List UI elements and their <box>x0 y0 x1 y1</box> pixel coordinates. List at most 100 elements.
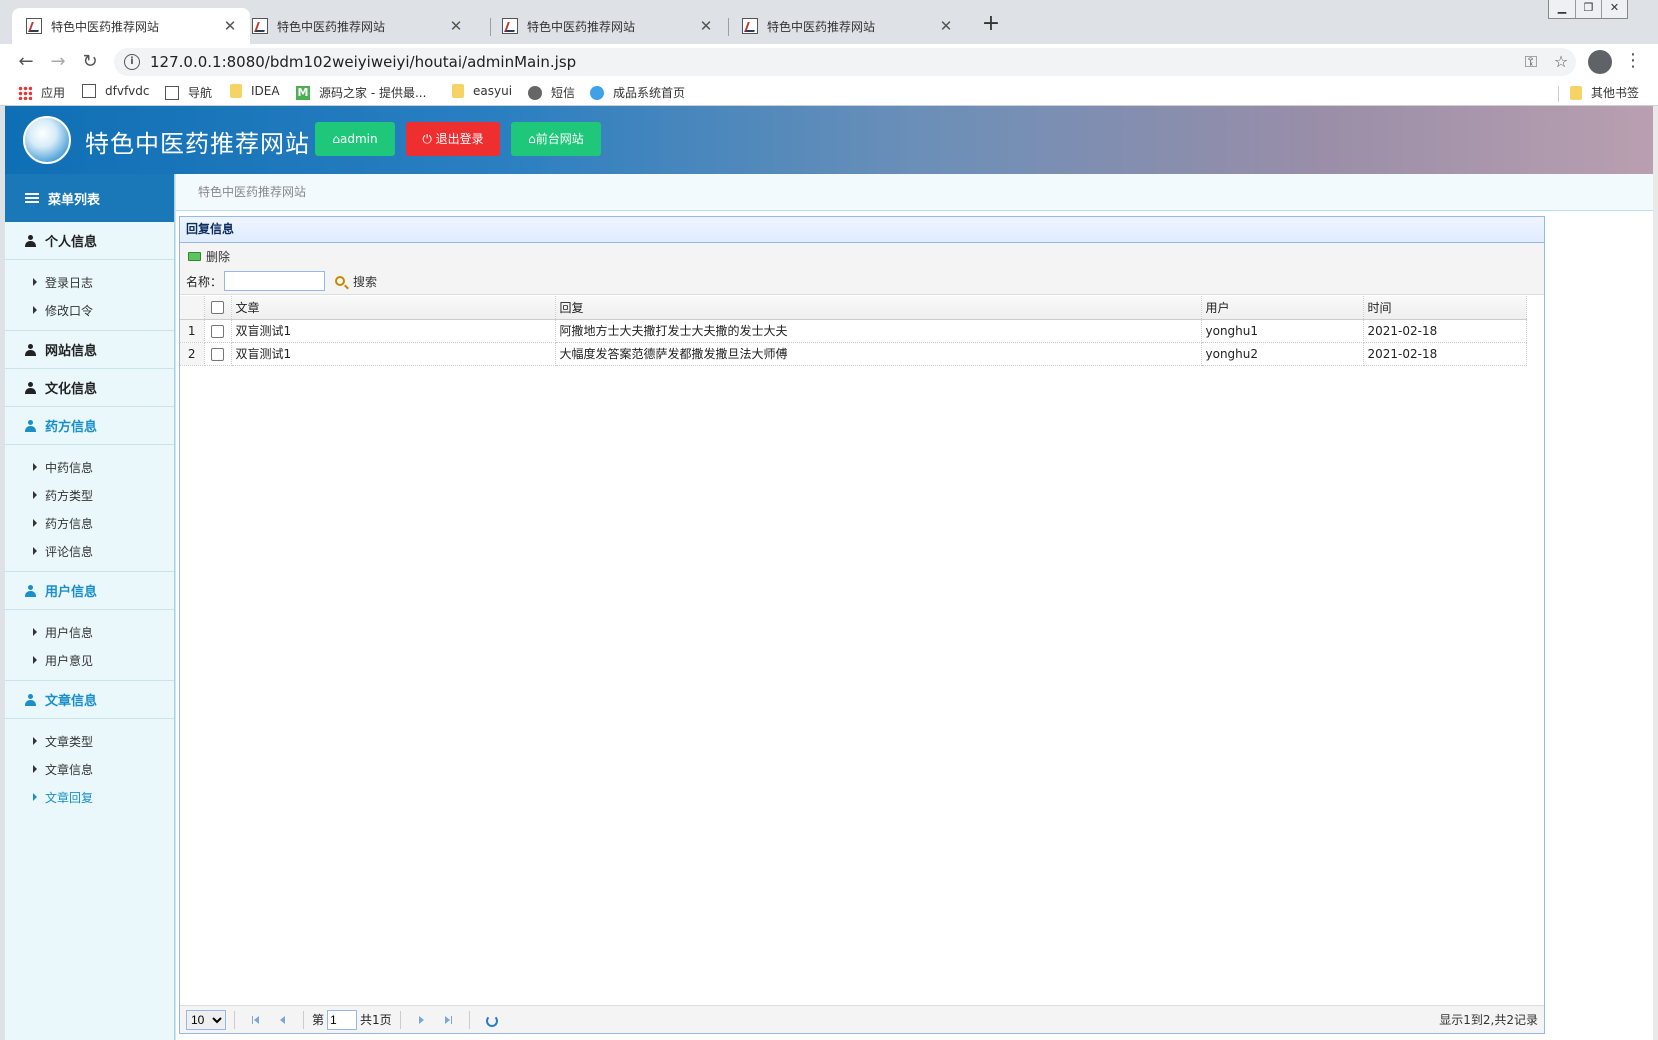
caret-right-icon <box>33 463 37 471</box>
bookmark-item[interactable]: easyui <box>452 84 512 98</box>
breadcrumb: 特色中医药推荐网站 <box>176 174 1653 211</box>
window-close-button[interactable]: ✕ <box>1601 0 1627 18</box>
row-checkbox[interactable] <box>211 324 224 338</box>
window-controls: ▁ ❐ ✕ <box>1548 0 1628 19</box>
front-site-button[interactable]: ⌂前台网站 <box>511 122 601 156</box>
browser-tab[interactable]: 特色中医药推荐网站 ✕ <box>488 8 726 44</box>
admin-button[interactable]: ⌂admin <box>315 122 395 156</box>
sidebar-item-article-reply[interactable]: 文章回复 <box>5 783 174 811</box>
row-number: 1 <box>180 319 205 343</box>
sidebar-group-prescription[interactable]: 药方信息 <box>5 407 174 445</box>
caret-right-icon <box>33 519 37 527</box>
browser-tab[interactable]: 特色中医药推荐网站 ✕ <box>12 8 250 44</box>
sidebar-item-comments[interactable]: 评论信息 <box>5 537 174 565</box>
tab-title: 特色中医药推荐网站 <box>51 19 160 34</box>
sidebar-item-user-info[interactable]: 用户信息 <box>5 618 174 646</box>
address-bar[interactable]: i 127.0.0.1:8080/bdm102weiyiweiyi/houtai… <box>114 48 1576 76</box>
column-header-article[interactable]: 文章 <box>231 296 556 320</box>
select-all-checkbox[interactable] <box>211 301 224 315</box>
page-icon <box>165 85 179 100</box>
browser-tab[interactable]: 特色中医药推荐网站 ✕ <box>238 8 476 44</box>
delete-button[interactable]: 删除 <box>188 248 230 265</box>
sidebar-item-prescription-info[interactable]: 药方信息 <box>5 509 174 537</box>
column-header-reply[interactable]: 回复 <box>555 296 1202 320</box>
browser-menu-icon[interactable]: ⋮ <box>1624 50 1642 74</box>
page-number-input[interactable] <box>327 1009 358 1030</box>
bookmark-item[interactable]: IDEA <box>230 84 280 98</box>
cell-reply: 阿撒地方士大夫撒打发士大夫撒的发士大夫 <box>555 319 1202 343</box>
profile-avatar[interactable] <box>1588 50 1612 74</box>
bookmark-apps[interactable]: 应用 <box>18 84 65 101</box>
page-size-select[interactable]: 10 <box>186 1009 226 1030</box>
bookmark-item[interactable]: 短信 <box>528 84 575 101</box>
restore-button[interactable]: ❐ <box>1575 0 1601 18</box>
sidebar-group-personal[interactable]: 个人信息 <box>5 222 174 260</box>
sidebar-item-herbs[interactable]: 中药信息 <box>5 453 174 481</box>
close-icon[interactable]: ✕ <box>222 17 238 35</box>
sidebar-item-prescription-type[interactable]: 药方类型 <box>5 481 174 509</box>
sidebar-item-change-password[interactable]: 修改口令 <box>5 296 174 324</box>
new-tab-button[interactable]: + <box>978 12 1004 38</box>
logout-button[interactable]: ⏻ 退出登录 <box>406 122 500 156</box>
minimize-button[interactable]: ▁ <box>1549 0 1575 18</box>
m-logo-icon: M <box>296 85 310 100</box>
sidebar-group-articles[interactable]: 文章信息 <box>5 681 174 719</box>
sidebar-group-users[interactable]: 用户信息 <box>5 572 174 610</box>
sidebar-item-article-type[interactable]: 文章类型 <box>5 727 174 755</box>
sidebar-item-login-log[interactable]: 登录日志 <box>5 268 174 296</box>
star-icon[interactable]: ☆ <box>1546 52 1576 72</box>
page-total: 共1页 <box>360 1013 392 1027</box>
search-icon <box>335 276 346 286</box>
sidebar-item-user-feedback[interactable]: 用户意见 <box>5 646 174 674</box>
sidebar-group-website[interactable]: 网站信息 <box>5 331 174 369</box>
search-button[interactable]: 搜索 <box>335 273 377 290</box>
first-page-icon[interactable] <box>248 1012 264 1028</box>
caret-right-icon <box>33 547 37 555</box>
column-header-user[interactable]: 用户 <box>1201 296 1364 320</box>
cell-user: yonghu1 <box>1201 319 1364 343</box>
close-icon[interactable]: ✕ <box>698 17 714 35</box>
name-search-input[interactable] <box>224 271 326 291</box>
bookmark-item[interactable]: 成品系统首页 <box>590 84 685 101</box>
row-checkbox-cell <box>204 319 232 343</box>
close-icon[interactable]: ✕ <box>938 17 954 35</box>
user-icon <box>25 693 36 706</box>
sidebar-item-article-info[interactable]: 文章信息 <box>5 755 174 783</box>
bookmark-item[interactable]: dfvfvdc <box>82 84 149 98</box>
reply-panel: 回复信息 删除 名称： 搜索 文章 回复 用户 时间 1 双盲测试1 阿撒地方士… <box>179 216 1545 1034</box>
column-header-time[interactable]: 时间 <box>1363 296 1527 320</box>
back-icon[interactable]: ← <box>14 50 38 74</box>
url-text: 127.0.0.1:8080/bdm102weiyiweiyi/houtai/a… <box>150 53 577 71</box>
bookmark-item[interactable]: M 源码之家 - 提供最... <box>296 84 426 101</box>
favicon-icon <box>26 18 42 34</box>
page-edge <box>1653 106 1658 1040</box>
cell-article: 双盲测试1 <box>231 319 556 343</box>
user-icon <box>25 381 36 394</box>
row-checkbox[interactable] <box>211 347 224 361</box>
sidebar-group-culture[interactable]: 文化信息 <box>5 369 174 407</box>
caret-right-icon <box>33 628 37 636</box>
bookmark-item[interactable]: 导航 <box>165 84 212 101</box>
prev-page-icon[interactable] <box>274 1012 290 1028</box>
browser-tab[interactable]: 特色中医药推荐网站 ✕ <box>728 8 966 44</box>
key-icon[interactable]: ⚿ <box>1516 52 1546 72</box>
pager-separator <box>468 1010 470 1029</box>
last-page-icon[interactable] <box>440 1012 456 1028</box>
close-icon[interactable]: ✕ <box>448 17 464 35</box>
main-content: 特色中医药推荐网站 回复信息 删除 名称： 搜索 文章 回复 用户 时间 1 双… <box>176 174 1653 1040</box>
site-info-icon[interactable]: i <box>124 54 140 70</box>
site-title: 特色中医药推荐网站 <box>85 130 310 158</box>
favicon-icon <box>502 18 518 34</box>
row-number-header <box>180 296 205 320</box>
user-icon <box>25 419 36 432</box>
next-page-icon[interactable] <box>414 1012 430 1028</box>
caret-right-icon <box>33 656 37 664</box>
search-row: 名称： 搜索 <box>186 271 377 291</box>
reload-icon[interactable]: ↻ <box>78 50 102 74</box>
other-bookmarks[interactable]: 其他书签 <box>1570 84 1639 101</box>
user-icon <box>25 584 36 597</box>
table-row[interactable]: 1 双盲测试1 阿撒地方士大夫撒打发士大夫撒的发士大夫 yonghu1 2021… <box>180 319 1527 343</box>
table-row[interactable]: 2 双盲测试1 大幅度发答案范德萨发都撒发撒旦法大师傅 yonghu2 2021… <box>180 342 1527 366</box>
refresh-icon[interactable] <box>483 1012 499 1028</box>
forward-icon[interactable]: → <box>46 50 70 74</box>
